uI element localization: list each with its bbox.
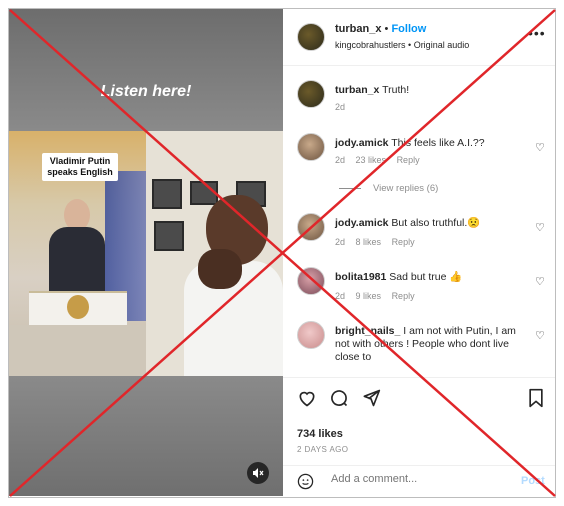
header-username[interactable]: turban_x: [335, 23, 381, 35]
add-comment-row: Post: [283, 465, 555, 497]
overlay-text: Listen here!: [100, 83, 192, 100]
comment-likes[interactable]: 23 likes: [356, 155, 387, 165]
avatar[interactable]: [297, 321, 325, 349]
comment-text: This feels like A.I.??: [391, 137, 485, 149]
comment-username[interactable]: turban_x: [335, 84, 379, 96]
comment-meta: 2d 9 likes Reply: [335, 291, 423, 301]
audio-attribution[interactable]: kingcobrahustlers • Original audio: [335, 40, 469, 50]
heart-icon[interactable]: [297, 388, 317, 413]
action-bar: 734 likes 2 DAYS AGO Post: [283, 377, 555, 496]
comment-time: 2d: [335, 291, 346, 301]
post-button[interactable]: Post: [521, 475, 545, 487]
comment-time: 2d: [335, 155, 346, 165]
reply-button[interactable]: Reply: [392, 291, 415, 301]
podium-front: [9, 325, 146, 376]
follow-button[interactable]: Follow: [391, 23, 426, 35]
comment-likes[interactable]: 9 likes: [356, 291, 382, 301]
view-replies-link[interactable]: View replies (6): [339, 183, 438, 194]
heart-icon[interactable]: ♡: [535, 329, 545, 342]
comment-time: 2d: [335, 237, 346, 247]
post-header: turban_x • Follow kingcobrahustlers • Or…: [283, 9, 555, 66]
comment-meta: 2d 23 likes Reply: [335, 155, 428, 165]
comment-meta: 2d: [335, 102, 353, 112]
list-item: bright_nails_ I am not with Putin, I am …: [283, 321, 555, 373]
media-bottom-band: [9, 376, 283, 496]
comment-body: bright_nails_ I am not with Putin, I am …: [335, 325, 525, 364]
wall-picture: [190, 181, 218, 205]
likes-count[interactable]: 734 likes: [297, 428, 343, 440]
comment-likes[interactable]: 8 likes: [356, 237, 382, 247]
header-separator: •: [384, 23, 389, 35]
wall-picture: [152, 179, 182, 209]
post-date: 2 DAYS AGO: [297, 445, 349, 454]
media-top-band: [9, 9, 283, 131]
comment-time: 2d: [335, 102, 346, 112]
reply-button[interactable]: Reply: [392, 237, 415, 247]
speaker-muted-icon[interactable]: [247, 462, 269, 484]
share-icon[interactable]: [361, 388, 381, 413]
comment-body: jody.amick But also truthful.😟: [335, 217, 525, 230]
comment-text: But also truthful.😟: [391, 217, 481, 229]
speaker-body: [49, 227, 105, 297]
avatar[interactable]: [297, 80, 325, 108]
more-horizontal-icon[interactable]: •••: [528, 25, 546, 41]
comment-username[interactable]: jody.amick: [335, 137, 389, 149]
heart-icon[interactable]: ♡: [535, 141, 545, 154]
putin-video-frame: Vladimir Putin speaks English: [9, 131, 146, 376]
comment-text: Truth!: [382, 84, 410, 96]
comment-body: jody.amick This feels like A.I.??: [335, 137, 525, 150]
comment-icon[interactable]: [329, 388, 349, 413]
video-caption: Vladimir Putin speaks English: [42, 153, 118, 181]
emblem-icon: [67, 295, 89, 319]
person-hand: [198, 249, 242, 289]
comment-meta: 2d 8 likes Reply: [335, 237, 423, 247]
heart-icon[interactable]: ♡: [535, 275, 545, 288]
avatar[interactable]: [297, 213, 325, 241]
comment-input[interactable]: [329, 472, 513, 486]
header-username-row: turban_x • Follow: [335, 23, 426, 35]
comment-username[interactable]: bolita1981: [335, 271, 386, 283]
avatar[interactable]: [297, 267, 325, 295]
divider: [339, 187, 361, 189]
emoji-icon[interactable]: [297, 473, 314, 494]
avatar[interactable]: [297, 133, 325, 161]
reply-button[interactable]: Reply: [397, 155, 420, 165]
heart-icon[interactable]: ♡: [535, 221, 545, 234]
wall-picture: [154, 221, 184, 251]
reel-media[interactable]: Listen here! Vladimir Putin speaks Engli…: [9, 9, 283, 496]
comment-username[interactable]: jody.amick: [335, 217, 389, 229]
comment-body: bolita1981 Sad but true 👍: [335, 271, 525, 284]
bookmark-icon[interactable]: [527, 388, 545, 413]
post-side-panel: turban_x • Follow kingcobrahustlers • Or…: [283, 9, 555, 496]
avatar[interactable]: [297, 23, 325, 51]
comment-body: turban_x Truth!: [335, 84, 525, 97]
comment-username[interactable]: bright_nails_: [335, 325, 400, 337]
comment-text: Sad but true 👍: [389, 271, 463, 283]
reaction-video-frame: [146, 131, 283, 376]
view-replies-label: View replies (6): [373, 183, 439, 194]
